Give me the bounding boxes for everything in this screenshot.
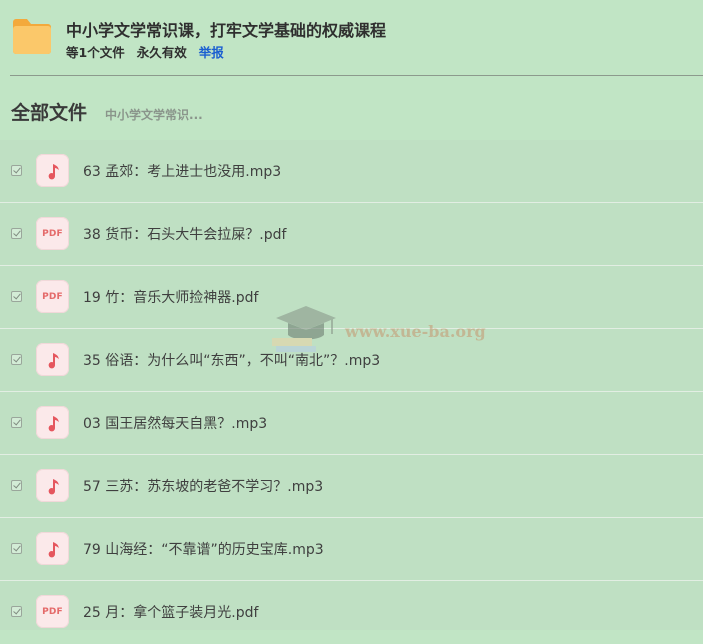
header-divider	[10, 75, 703, 76]
file-row[interactable]: 03 国王居然每天自黑？.mp3	[0, 392, 703, 455]
file-name[interactable]: 63 孟郊：考上进士也没用.mp3	[83, 161, 281, 181]
share-title: 中小学文学常识课，打牢文学基础的权威课程	[66, 21, 387, 40]
share-meta: 等1个文件 永久有效 举报	[66, 42, 224, 61]
file-row[interactable]: 63 孟郊：考上进士也没用.mp3	[0, 140, 703, 203]
file-name[interactable]: 35 俗语：为什么叫“东西”，不叫“南北”？.mp3	[83, 350, 380, 370]
share-header: 中小学文学常识课，打牢文学基础的权威课程 等1个文件 永久有效 举报	[0, 0, 703, 76]
file-name[interactable]: 25 月：拿个篮子装月光.pdf	[83, 602, 258, 622]
file-checkbox[interactable]	[11, 165, 22, 176]
validity-label: 永久有效	[136, 45, 187, 60]
pdf-file-icon: PDF	[36, 595, 69, 628]
file-name[interactable]: 79 山海经：“不靠谱”的历史宝库.mp3	[83, 539, 324, 559]
file-name[interactable]: 38 货币：石头大牛会拉屎？.pdf	[83, 224, 286, 244]
report-link[interactable]: 举报	[199, 42, 224, 61]
file-checkbox[interactable]	[11, 354, 22, 365]
pdf-icon-label: PDF	[42, 291, 63, 302]
file-checkbox[interactable]	[11, 291, 22, 302]
file-row[interactable]: 79 山海经：“不靠谱”的历史宝库.mp3	[0, 518, 703, 581]
breadcrumb-root[interactable]: 全部文件	[11, 98, 87, 125]
file-checkbox[interactable]	[11, 417, 22, 428]
music-file-icon	[36, 532, 69, 565]
music-file-icon	[36, 406, 69, 439]
file-row[interactable]: 57 三苏：苏东坡的老爸不学习？.mp3	[0, 455, 703, 518]
pdf-icon-label: PDF	[42, 228, 63, 239]
file-checkbox[interactable]	[11, 543, 22, 554]
file-checkbox[interactable]	[11, 228, 22, 239]
breadcrumb: 全部文件 中小学文学常识...	[11, 98, 203, 125]
file-name[interactable]: 03 国王居然每天自黑？.mp3	[83, 413, 267, 433]
pdf-file-icon: PDF	[36, 280, 69, 313]
music-file-icon	[36, 343, 69, 376]
file-checkbox[interactable]	[11, 606, 22, 617]
file-checkbox[interactable]	[11, 480, 22, 491]
file-row[interactable]: PDF 19 竹：音乐大师捡神器.pdf	[0, 266, 703, 329]
music-file-icon	[36, 154, 69, 187]
pdf-icon-label: PDF	[42, 606, 63, 617]
folder-icon	[13, 19, 51, 54]
music-file-icon	[36, 469, 69, 502]
file-row[interactable]: PDF 38 货币：石头大牛会拉屎？.pdf	[0, 203, 703, 266]
file-count: 等1个文件	[66, 45, 125, 60]
file-name[interactable]: 19 竹：音乐大师捡神器.pdf	[83, 287, 258, 307]
file-row[interactable]: 35 俗语：为什么叫“东西”，不叫“南北”？.mp3	[0, 329, 703, 392]
file-name[interactable]: 57 三苏：苏东坡的老爸不学习？.mp3	[83, 476, 323, 496]
file-row[interactable]: PDF 25 月：拿个篮子装月光.pdf	[0, 581, 703, 644]
breadcrumb-current: 中小学文学常识...	[105, 108, 203, 122]
file-list: 63 孟郊：考上进士也没用.mp3 PDF 38 货币：石头大牛会拉屎？.pdf…	[0, 140, 703, 630]
pdf-file-icon: PDF	[36, 217, 69, 250]
